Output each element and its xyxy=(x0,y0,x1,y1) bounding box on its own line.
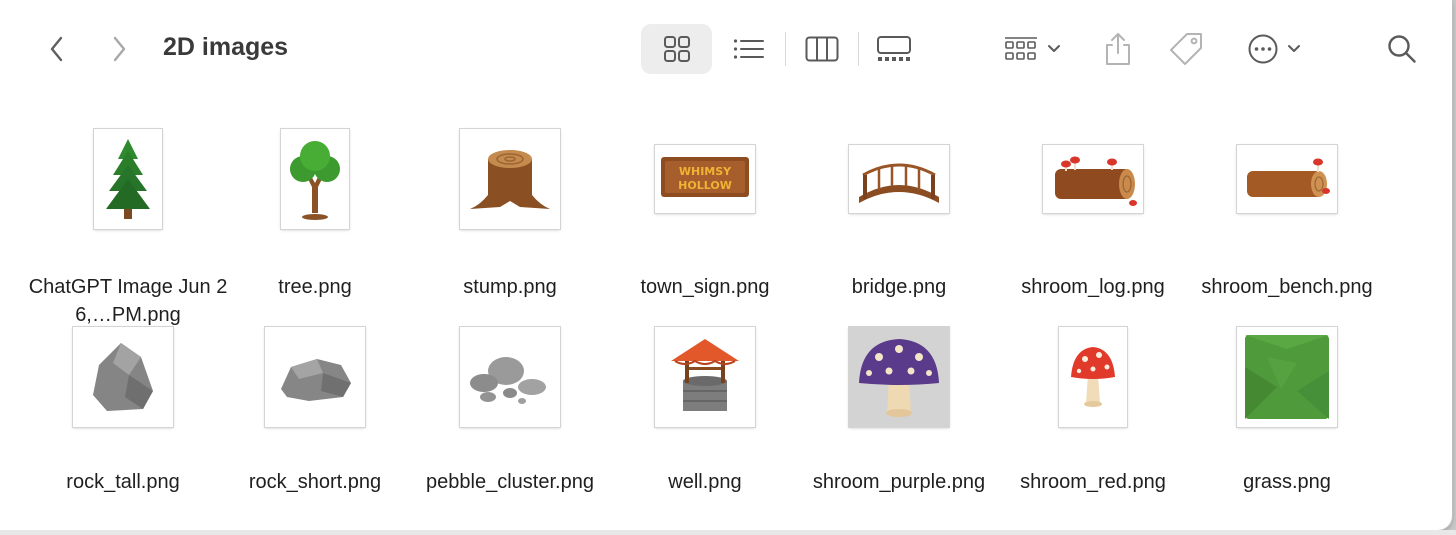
file-name: town_sign.png xyxy=(640,276,770,298)
file-thumbnail xyxy=(1237,145,1337,213)
icon-view-icon xyxy=(663,36,690,62)
group-icon xyxy=(1005,37,1037,60)
shroom-log-icon xyxy=(1055,156,1137,206)
rock-tall-icon xyxy=(93,343,153,411)
share-button[interactable] xyxy=(1096,25,1140,73)
tree-icon xyxy=(290,141,340,220)
stump-icon xyxy=(470,150,550,209)
more-actions-button[interactable] xyxy=(1240,27,1308,71)
more-icon xyxy=(1248,34,1278,64)
file-name: shroom_purple.png xyxy=(812,471,986,493)
toolbar: 2D images xyxy=(0,0,1452,98)
file-name: shroom_bench.png xyxy=(1201,276,1373,298)
file-name: shroom_red.png xyxy=(1020,471,1166,493)
well-icon xyxy=(671,339,739,411)
finder-window: 2D images ChatGPT Image Jun 26,…PM.png t… xyxy=(0,0,1452,530)
toolbar-divider xyxy=(785,32,786,66)
file-name: rock_short.png xyxy=(248,471,382,493)
toolbar-divider xyxy=(858,32,859,66)
pebble-cluster-icon xyxy=(470,357,546,404)
shroom-red-icon xyxy=(1071,347,1115,407)
shroom-purple-icon xyxy=(859,339,939,417)
window-title: 2D images xyxy=(163,33,289,61)
chevron-right-icon xyxy=(113,36,126,62)
gallery-view-icon xyxy=(877,36,911,61)
forward-button[interactable] xyxy=(100,30,138,68)
list-view-button[interactable] xyxy=(726,27,772,71)
gallery-view-button[interactable] xyxy=(870,27,918,71)
shroom-bench-icon xyxy=(1247,158,1330,197)
group-button[interactable] xyxy=(996,27,1068,71)
chevron-left-icon xyxy=(50,36,63,62)
file-thumbnail: WHIMSY HOLLOW xyxy=(655,145,755,213)
file-thumbnail xyxy=(94,129,162,229)
search-button[interactable] xyxy=(1380,27,1424,71)
file-name: shroom_log.png xyxy=(1021,276,1165,298)
chevron-down-icon xyxy=(1048,45,1060,52)
back-button[interactable] xyxy=(38,30,76,68)
file-name: grass.png xyxy=(1243,471,1331,493)
file-icon-grid: ChatGPT Image Jun 26,…PM.png tree.png st… xyxy=(0,98,1452,530)
file-thumbnail xyxy=(849,145,949,213)
file-thumbnail xyxy=(281,129,349,229)
search-icon xyxy=(1388,35,1416,63)
file-thumbnail xyxy=(460,327,560,427)
file-name: rock_tall.png xyxy=(66,471,180,493)
background-window-edge xyxy=(0,530,1456,535)
file-name: stump.png xyxy=(463,276,557,298)
file-thumbnail xyxy=(265,327,365,427)
share-icon xyxy=(1106,33,1130,65)
file-thumbnail xyxy=(1043,145,1143,213)
tag-button[interactable] xyxy=(1163,25,1209,73)
column-view-icon xyxy=(805,36,839,62)
sign-text: WHIMSY xyxy=(679,165,732,178)
file-thumbnail xyxy=(1237,327,1337,427)
file-name: tree.png xyxy=(278,276,352,298)
column-view-button[interactable] xyxy=(799,27,845,71)
file-thumbnail xyxy=(1059,327,1127,427)
file-thumbnail xyxy=(73,327,173,427)
rock-short-icon xyxy=(281,359,351,401)
file-name: pebble_cluster.png xyxy=(426,471,594,493)
file-name: bridge.png xyxy=(851,276,947,298)
tag-icon xyxy=(1170,33,1202,65)
grass-icon xyxy=(1245,335,1329,419)
file-thumbnail xyxy=(849,327,949,427)
town-sign-icon: WHIMSY HOLLOW xyxy=(661,157,749,197)
file-thumbnail xyxy=(460,129,560,229)
list-view-icon xyxy=(733,39,764,59)
icon-view-button[interactable] xyxy=(641,24,712,74)
file-thumbnail xyxy=(655,327,755,427)
pine-tree-icon xyxy=(106,139,150,219)
chevron-down-icon xyxy=(1288,45,1300,52)
bridge-icon xyxy=(859,163,939,203)
sign-text: HOLLOW xyxy=(678,179,732,192)
file-name: well.png xyxy=(668,471,742,493)
